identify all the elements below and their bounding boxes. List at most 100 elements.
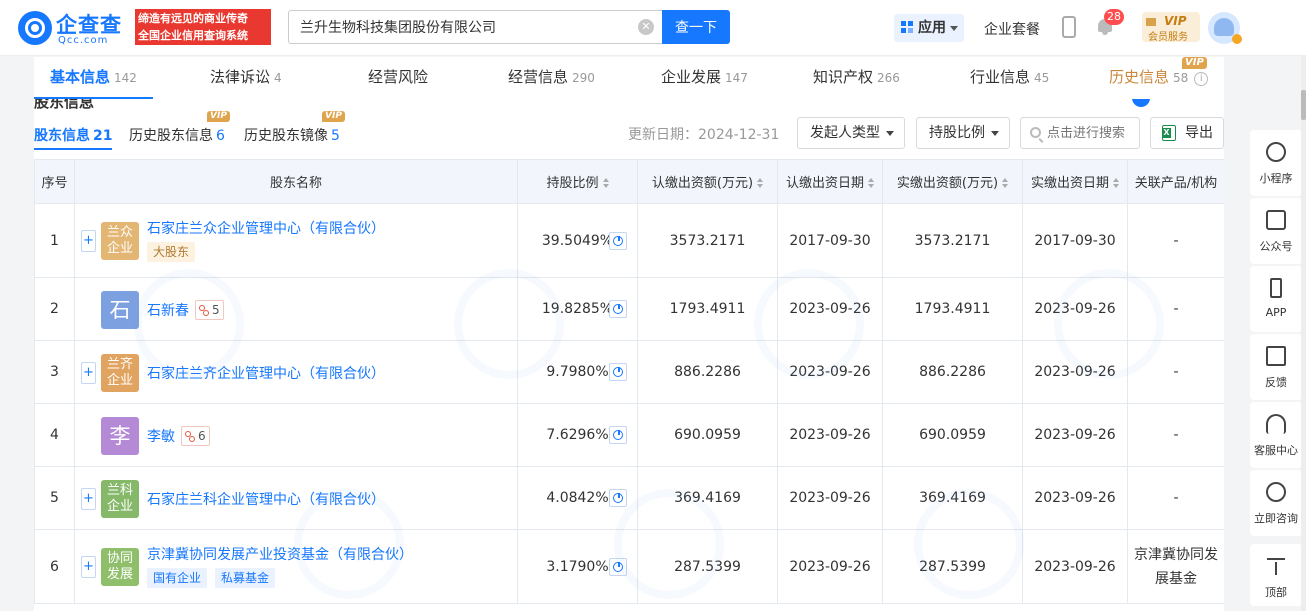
person-avatar[interactable]: 石 [101, 290, 139, 329]
holding-ratio-filter[interactable]: 持股比例 [916, 117, 1010, 149]
header-subscribed-date[interactable]: 认缴出资日期 [777, 159, 883, 204]
expand-row-button[interactable]: + [81, 487, 96, 510]
equity-chart-icon[interactable] [609, 300, 627, 318]
shareholder-name-link[interactable]: 京津冀协同发展产业投资基金（有限合伙） [147, 544, 413, 564]
company-logo[interactable]: 兰众企业 [101, 222, 139, 260]
header-paid-amount[interactable]: 实缴出资额(万元) [882, 159, 1023, 204]
row-number: 3 [34, 340, 75, 404]
equity-chart-icon[interactable] [609, 363, 627, 381]
qcc-watermark-logo-icon [1132, 99, 1224, 107]
table-row: 5 + 兰科企业 石家庄兰科企业管理中心（有限合伙） 4.0842% 369.4169 20… [34, 466, 1224, 530]
sponsor-type-filter[interactable]: 发起人类型 [797, 117, 905, 149]
sort-icon[interactable] [602, 178, 609, 188]
sort-icon[interactable] [757, 178, 764, 188]
chat-icon [1266, 482, 1286, 502]
vip-label: VIP [1164, 14, 1187, 28]
sidebar-item-app[interactable]: APP [1250, 266, 1302, 332]
crown-icon [1146, 18, 1156, 26]
shareholder-cell: + 协同发展 京津冀协同发展产业投资基金（有限合伙） 国有企业 私募基金 [74, 529, 518, 604]
equity-chart-icon[interactable] [609, 231, 627, 250]
tab-litigation[interactable]: 法律诉讼 4 [210, 57, 282, 99]
sidebar-item-official-account[interactable]: 公众号 [1250, 198, 1302, 264]
shareholder-cell: 李李敏 6 [74, 403, 518, 467]
qcc-logo[interactable]: 企查查 Qcc.com [18, 9, 130, 47]
sidebar-item-feedback[interactable]: 反馈 [1250, 334, 1302, 400]
table-header-row: 序号 股东名称 持股比例 认缴出资额(万元) 认缴出资日期 实缴出资额(万元) … [34, 159, 1224, 204]
sidebar-item-back-to-top[interactable]: 顶部 [1250, 544, 1302, 606]
equity-chart-icon[interactable] [609, 557, 627, 576]
slogan-banner[interactable]: 缔造有远见的商业传奇 全国企业信用查询系统 [135, 9, 271, 45]
expand-row-button[interactable]: + [81, 556, 96, 578]
subtab-vip-badge: VIP [207, 111, 230, 122]
feedback-icon [1266, 346, 1286, 366]
clear-search-icon[interactable]: ✕ [638, 19, 654, 35]
vip-service-button[interactable]: VIP 会员服务 [1142, 12, 1200, 43]
header-subscribed-amount[interactable]: 认缴出资额(万元) [637, 159, 778, 204]
header-paid-date[interactable]: 实缴出资日期 [1022, 159, 1128, 204]
tab-development[interactable]: 企业发展 147 [661, 57, 748, 99]
apps-grid-icon [901, 21, 914, 34]
tab-intellectual-property[interactable]: 知识产权 266 [813, 57, 900, 99]
related-entities-badge[interactable]: 5 [195, 299, 224, 320]
tab-operating-risk[interactable]: 经营风险 [368, 57, 428, 99]
related-product-cell[interactable]: 京津冀协同发展基金 [1127, 529, 1224, 604]
shareholder-name-link[interactable]: 石新春 5 [147, 299, 224, 320]
scrollbar-thumb[interactable] [1301, 90, 1306, 120]
row-number: 4 [34, 403, 75, 467]
company-logo[interactable]: 兰齐企业 [101, 353, 139, 392]
sort-icon[interactable] [1002, 178, 1009, 188]
shareholder-name-link[interactable]: 石家庄兰众企业管理中心（有限合伙） [147, 218, 385, 238]
subtab-history-shareholders[interactable]: 历史股东信息 6 [129, 125, 225, 145]
shareholder-cell: + 兰齐企业 石家庄兰齐企业管理中心（有限合伙） [74, 340, 518, 404]
expand-row-button[interactable]: + [81, 230, 96, 252]
company-logo[interactable]: 兰科企业 [101, 479, 139, 518]
shareholder-tags: 大股东 [147, 242, 203, 262]
shareholder-name-link[interactable]: 石家庄兰科企业管理中心（有限合伙） [147, 489, 385, 509]
sidebar-item-service-center[interactable]: 客服中心 [1250, 402, 1302, 468]
apps-menu-label: 应用 [918, 20, 946, 36]
search-icon [1030, 127, 1041, 138]
mobile-phone-icon[interactable] [1062, 16, 1076, 38]
expand-row-button[interactable]: + [81, 361, 96, 384]
sidebar-item-consult[interactable]: 立即咨询 [1250, 470, 1302, 536]
page-scrollbar[interactable] [1301, 56, 1306, 611]
company-logo[interactable]: 协同发展 [101, 548, 139, 586]
holding-ratio-cell: 39.5049% [517, 203, 638, 278]
person-avatar[interactable]: 李 [101, 416, 139, 455]
shareholder-section: 股东信息 股东信息 21 历史股东信息 6 VIP 历史股东镜像 5 VIP 更新日期… [34, 99, 1224, 611]
search-button[interactable]: 查一下 [662, 10, 730, 44]
shareholder-cell: 石石新春 5 [74, 277, 518, 341]
tab-industry-info[interactable]: 行业信息 45 [970, 57, 1049, 99]
excel-icon [1162, 125, 1176, 141]
sidebar-item-mini-program[interactable]: 小程序 [1250, 130, 1302, 196]
mobile-app-icon [1270, 278, 1282, 298]
tab-business-info[interactable]: 经营信息 290 [508, 57, 595, 99]
company-search-input[interactable] [288, 10, 662, 44]
sort-icon[interactable] [1113, 178, 1119, 188]
subscribed-date-cell: 2017-09-30 [777, 203, 883, 278]
row-number: 2 [34, 277, 75, 341]
info-icon: i [1194, 72, 1209, 86]
enterprise-package-link[interactable]: 企业套餐 [984, 19, 1040, 39]
paid-amount-cell: 886.2286 [882, 340, 1023, 404]
tab-basic-info[interactable]: 基本信息 142 [34, 57, 153, 99]
related-entities-badge[interactable]: 6 [181, 425, 210, 446]
table-row: 4 李李敏 6 7.6296% 690.0959 2023-09-26 690.0959 20… [34, 403, 1224, 467]
sort-icon[interactable] [868, 178, 874, 188]
equity-chart-icon[interactable] [609, 426, 627, 444]
subtab-shareholders[interactable]: 股东信息 21 [34, 125, 113, 150]
shareholder-cell: + 兰科企业 石家庄兰科企业管理中心（有限合伙） [74, 466, 518, 530]
slogan-line-1: 缔造有远见的商业传奇 [138, 12, 248, 25]
shareholder-name-link[interactable]: 石家庄兰齐企业管理中心（有限合伙） [147, 363, 385, 383]
subscribed-amount-cell: 3573.2171 [637, 203, 778, 278]
equity-chart-icon[interactable] [609, 489, 627, 507]
header-holding-ratio[interactable]: 持股比例 [517, 159, 638, 204]
shareholder-name-link[interactable]: 李敏 6 [147, 425, 210, 446]
shareholder-tag: 国有企业 [147, 568, 208, 588]
related-product-cell: - [1127, 466, 1224, 530]
apps-menu-button[interactable]: 应用 [894, 14, 964, 42]
table-row: 2 石石新春 5 19.8285% 1793.4911 2023-09-26 1793.49… [34, 277, 1224, 341]
qcc-logo-mark-icon [18, 11, 52, 45]
subtab-history-mirror[interactable]: 历史股东镜像 5 [244, 125, 340, 145]
row-number: 5 [34, 466, 75, 530]
